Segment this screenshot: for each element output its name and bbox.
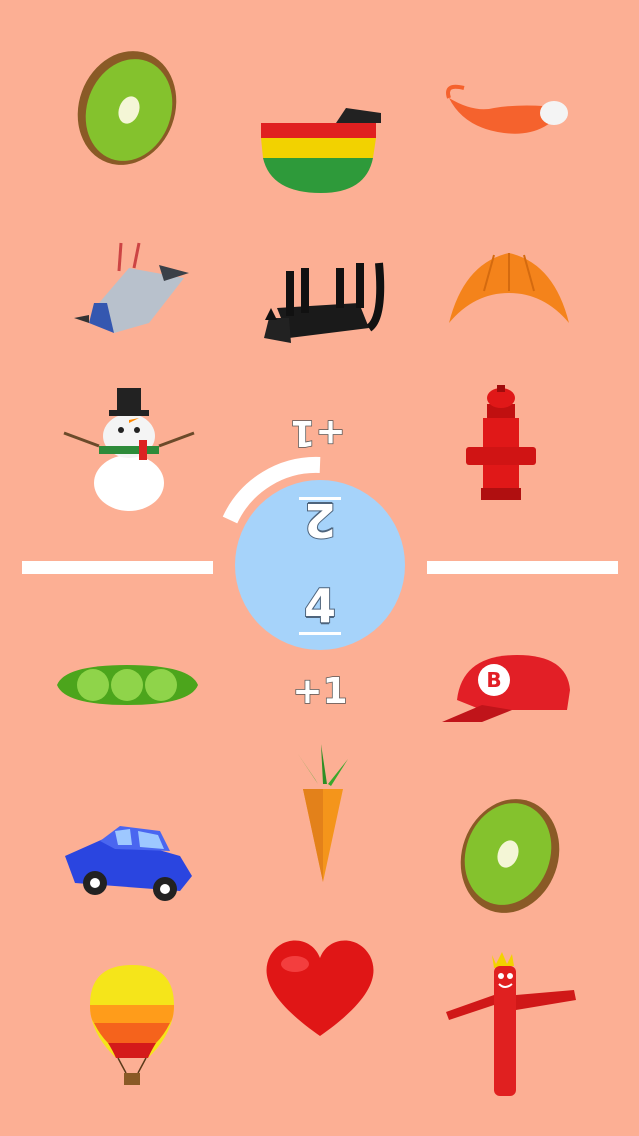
blue-car-icon [65,826,192,901]
black-cat-item[interactable] [259,258,389,388]
hot-air-balloon-icon [90,965,174,1085]
kiwi-item-2[interactable] [458,796,563,916]
red-cap-item[interactable]: B [442,650,572,725]
croissant-icon [449,253,569,323]
croissant-item[interactable] [444,238,574,333]
black-cat-icon [264,262,385,343]
pigeon-item[interactable] [74,228,189,343]
fire-hydrant-icon [466,385,536,500]
shrimp-icon [446,84,568,134]
rasta-hat-item[interactable] [256,103,381,198]
bottom-player-board: B [0,568,639,1136]
kiwi-icon [77,51,177,165]
heart-icon [266,940,374,1036]
carrot-item[interactable] [293,744,353,884]
tube-man-item[interactable] [444,950,579,1100]
top-plus-one: +1 [290,411,347,454]
rasta-hat-icon [261,108,381,193]
pigeon-icon [74,242,189,333]
fire-hydrant-item[interactable] [461,385,541,510]
kiwi-icon [460,799,560,913]
svg-text:B: B [486,668,501,692]
heart-item[interactable] [260,936,380,1041]
tube-man-icon [446,952,576,1096]
hot-air-balloon-item[interactable] [88,963,176,1088]
blue-car-item[interactable] [60,821,195,911]
top-player-score: 2 [303,492,337,548]
kiwi-item[interactable] [74,48,179,168]
red-cap-icon: B [442,655,570,722]
carrot-icon [298,744,348,882]
snowman-icon [63,388,195,511]
snowman-item[interactable] [59,383,199,518]
pea-pod-icon [57,665,198,705]
pea-pod-item[interactable] [55,660,200,710]
shrimp-item[interactable] [439,78,574,148]
